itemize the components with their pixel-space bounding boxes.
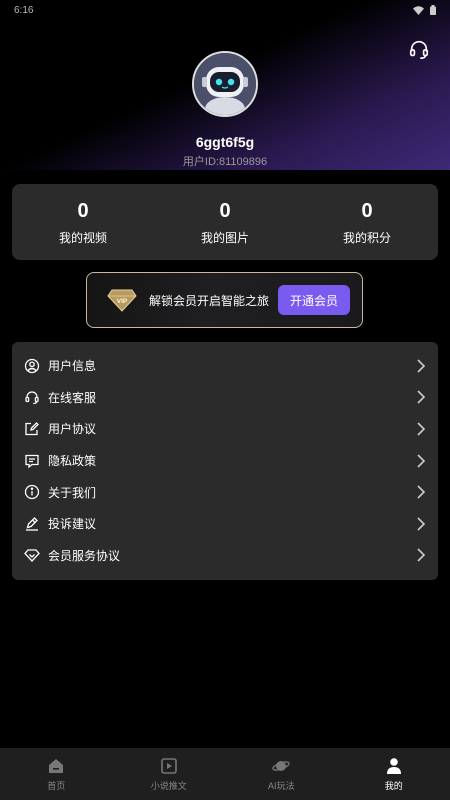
customer-service-button[interactable]	[408, 38, 430, 60]
chevron-right-icon	[417, 359, 426, 373]
menu-label: 在线客服	[48, 390, 97, 405]
person-icon	[386, 757, 401, 774]
menu-item-user-info[interactable]: 用户信息	[12, 350, 438, 382]
status-time: 6:16	[14, 4, 34, 16]
user-id-value: 81109896	[218, 156, 268, 168]
stat-label: 我的视频	[58, 230, 107, 245]
user-id: 用户ID:81109896	[0, 153, 450, 169]
username: 6ggt6f5g	[195, 134, 255, 150]
stat-my-videos[interactable]: 0 我的视频	[12, 184, 154, 260]
menu-label: 用户协议	[48, 422, 97, 437]
menu-label: 会员服务协议	[48, 548, 121, 563]
stat-value: 0	[77, 199, 89, 222]
vip-banner[interactable]: VIP 解锁会员开启智能之旅 开通会员	[86, 272, 363, 328]
vip-badge-text: VIP	[117, 298, 128, 305]
menu-label: 投诉建议	[48, 517, 97, 532]
user-circle-icon	[24, 358, 40, 374]
status-bar: 6:16	[0, 0, 450, 20]
planet-icon	[272, 760, 290, 771]
tab-ai-play[interactable]: AI玩法	[225, 748, 338, 800]
stat-my-points[interactable]: 0 我的积分	[296, 184, 438, 260]
settings-menu: 用户信息 在线客服 用户协议 隐私政策 关于我们 投诉建议 会员服务协议	[12, 342, 438, 580]
chevron-right-icon	[417, 485, 426, 499]
menu-item-membership-agreement[interactable]: 会员服务协议	[12, 540, 438, 572]
headset-icon	[409, 40, 429, 59]
tab-label: AI玩法	[267, 780, 295, 791]
tab-novel-posts[interactable]: 小说推文	[113, 748, 226, 800]
user-id-label: 用户ID:	[182, 156, 219, 168]
stat-label: 我的图片	[200, 230, 249, 245]
menu-label: 隐私政策	[48, 454, 97, 469]
stat-value: 0	[219, 199, 231, 222]
edit-document-icon	[24, 421, 40, 437]
message-square-icon	[24, 453, 40, 469]
stats-card: 0 我的视频 0 我的图片 0 我的积分	[12, 184, 438, 260]
vip-promo-text: 解锁会员开启智能之旅	[149, 293, 270, 308]
chevron-right-icon	[417, 422, 426, 436]
chevron-right-icon	[417, 548, 426, 562]
feedback-icon	[24, 516, 40, 532]
tab-label: 我的	[384, 780, 403, 791]
vip-diamond-icon: VIP	[107, 289, 137, 312]
tab-label: 首页	[47, 780, 66, 791]
chevron-right-icon	[417, 517, 426, 531]
tab-mine[interactable]: 我的	[338, 748, 450, 800]
home-icon	[49, 758, 64, 773]
bottom-tab-bar: 首页 小说推文 AI玩法 我的	[0, 748, 450, 800]
menu-item-user-agreement[interactable]: 用户协议	[12, 413, 438, 445]
menu-label: 关于我们	[48, 485, 97, 500]
menu-item-about-us[interactable]: 关于我们	[12, 476, 438, 508]
status-icons	[413, 5, 436, 15]
battery-icon	[430, 5, 436, 15]
diamond-heart-icon	[24, 547, 40, 563]
wifi-icon	[413, 5, 424, 15]
stat-label: 我的积分	[342, 230, 391, 245]
tab-label: 小说推文	[150, 780, 187, 791]
info-circle-icon	[24, 484, 40, 500]
menu-label: 用户信息	[48, 359, 97, 374]
chevron-right-icon	[417, 390, 426, 404]
menu-item-feedback[interactable]: 投诉建议	[12, 508, 438, 540]
tab-home[interactable]: 首页	[0, 748, 113, 800]
robot-avatar-icon	[194, 53, 256, 115]
menu-item-privacy-policy[interactable]: 隐私政策	[12, 445, 438, 477]
avatar[interactable]	[192, 51, 258, 117]
stat-my-images[interactable]: 0 我的图片	[154, 184, 296, 260]
menu-item-online-support[interactable]: 在线客服	[12, 382, 438, 414]
headset-icon	[24, 389, 40, 405]
open-membership-button[interactable]: 开通会员	[278, 285, 350, 315]
stat-value: 0	[361, 199, 373, 222]
video-book-icon	[160, 757, 177, 774]
chevron-right-icon	[417, 454, 426, 468]
